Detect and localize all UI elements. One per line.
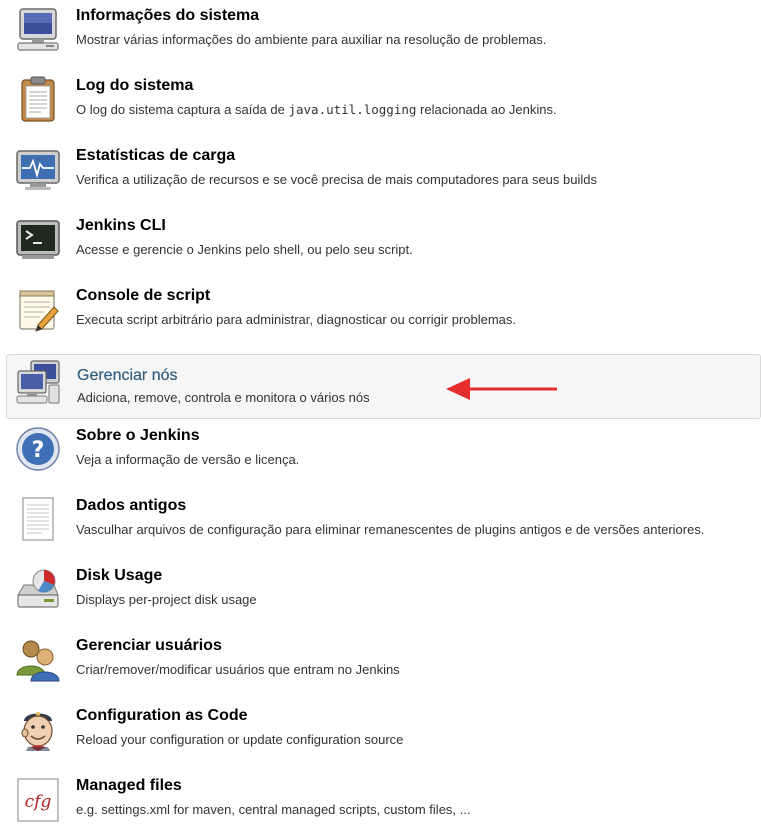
item-description: Reload your configuration or update conf…	[76, 732, 404, 747]
item-description: Criar/remover/modificar usuários que ent…	[76, 662, 400, 677]
item-title[interactable]: Gerenciar nós	[77, 367, 178, 385]
item-description: Displays per-project disk usage	[76, 592, 257, 607]
manage-item-load-statistics[interactable]: Estatísticas de carga Verifica a utiliza…	[6, 140, 761, 204]
manage-item-disk-usage[interactable]: Disk Usage Displays per-project disk usa…	[6, 560, 761, 624]
manage-item-configuration-as-code[interactable]: Configuration as Code Reload your config…	[6, 700, 761, 764]
item-title[interactable]: Estatísticas de carga	[76, 147, 235, 165]
manage-item-jenkins-cli[interactable]: Jenkins CLI Acesse e gerencie o Jenkins …	[6, 210, 761, 274]
item-description: Verifica a utilização de recursos e se v…	[76, 172, 597, 187]
item-description: Veja a informação de versão e licença.	[76, 452, 300, 467]
item-title[interactable]: Gerenciar usuários	[76, 637, 222, 655]
manage-item-manage-users[interactable]: Gerenciar usuários Criar/remover/modific…	[6, 630, 761, 694]
cfg-file-icon: cfg	[14, 775, 62, 823]
computer-icon	[14, 5, 62, 53]
manage-item-about-jenkins[interactable]: ? Sobre o Jenkins Veja a informação de v…	[6, 420, 761, 484]
item-description: e.g. settings.xml for maven, central man…	[76, 802, 471, 817]
desc-text: O log do sistema captura a saída de	[76, 102, 289, 117]
item-title[interactable]: Dados antigos	[76, 497, 186, 515]
item-title[interactable]: Configuration as Code	[76, 707, 248, 725]
item-title[interactable]: Console de script	[76, 287, 210, 305]
item-description: Acesse e gerencie o Jenkins pelo shell, …	[76, 242, 413, 257]
jenkins-butler-icon	[14, 705, 62, 753]
item-title[interactable]: Disk Usage	[76, 567, 162, 585]
item-description: Mostrar várias informações do ambiente p…	[76, 32, 547, 47]
clipboard-icon	[14, 75, 62, 123]
item-title[interactable]: Informações do sistema	[76, 7, 259, 25]
terminal-icon	[14, 215, 62, 263]
manage-item-system-log[interactable]: Log do sistema O log do sistema captura …	[6, 70, 761, 134]
help-icon: ?	[14, 425, 62, 473]
manage-item-script-console[interactable]: Console de script Executa script arbitrá…	[6, 280, 761, 344]
computers-icon	[15, 359, 63, 407]
monitor-graph-icon	[14, 145, 62, 193]
item-title[interactable]: Log do sistema	[76, 77, 193, 95]
manage-item-managed-files[interactable]: cfg Managed files e.g. settings.xml for …	[6, 770, 761, 834]
item-description: Adiciona, remove, controla e monitora o …	[77, 390, 370, 405]
item-description: Executa script arbitrário para administr…	[76, 312, 517, 327]
item-description: Vasculhar arquivos de configuração para …	[76, 522, 705, 537]
item-title[interactable]: Jenkins CLI	[76, 217, 166, 235]
manage-item-old-data[interactable]: Dados antigos Vasculhar arquivos de conf…	[6, 490, 761, 554]
annotation-arrow-icon	[446, 375, 558, 403]
notepad-icon	[14, 285, 62, 333]
svg-text:?: ?	[32, 438, 45, 463]
users-icon	[14, 635, 62, 683]
document-icon	[14, 495, 62, 543]
disk-usage-icon	[14, 565, 62, 613]
desc-text: relacionada ao Jenkins.	[416, 102, 557, 117]
item-title[interactable]: Managed files	[76, 777, 182, 795]
manage-item-system-info[interactable]: Informações do sistema Mostrar várias in…	[6, 0, 761, 64]
manage-item-manage-nodes[interactable]: Gerenciar nós Adiciona, remove, controla…	[6, 354, 761, 419]
cfg-icon-text: cfg	[25, 792, 52, 812]
item-title[interactable]: Sobre o Jenkins	[76, 427, 200, 445]
desc-code: java.util.logging	[288, 102, 417, 117]
item-description: O log do sistema captura a saída de java…	[76, 102, 557, 117]
